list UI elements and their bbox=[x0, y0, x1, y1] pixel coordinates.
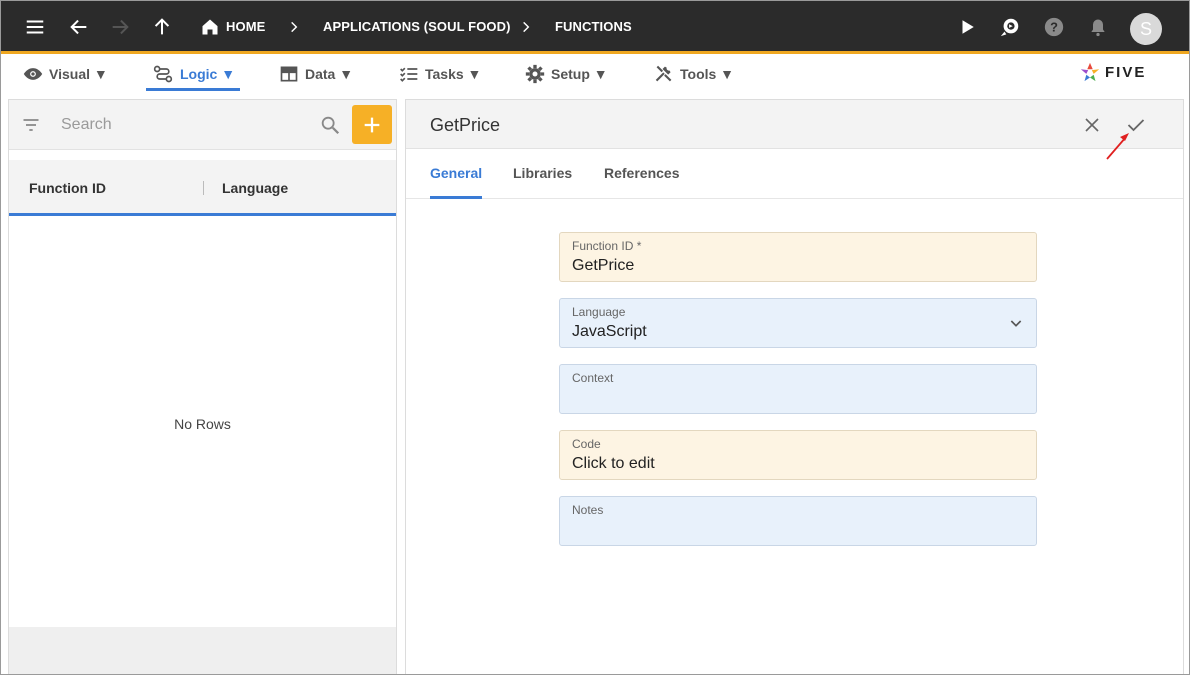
checklist-icon bbox=[400, 67, 418, 82]
language-select[interactable]: Language JavaScript bbox=[559, 298, 1037, 348]
svg-text:?: ? bbox=[1050, 20, 1058, 35]
function-list-panel: Function ID Language No Rows bbox=[8, 99, 397, 674]
up-arrow-icon[interactable] bbox=[149, 14, 175, 40]
menu-data[interactable]: Data ▼ bbox=[279, 57, 353, 91]
active-tab-indicator bbox=[430, 196, 482, 199]
menu-tasks[interactable]: Tasks ▼ bbox=[399, 57, 481, 91]
notifications-bell-icon[interactable] bbox=[1085, 14, 1111, 40]
list-table-header: Function ID Language bbox=[9, 160, 396, 216]
add-function-button[interactable] bbox=[352, 105, 392, 144]
tab-libraries[interactable]: Libraries bbox=[513, 165, 572, 181]
app-window: HOME APPLICATIONS (SOUL FOOD) FUNCTIONS … bbox=[0, 0, 1190, 675]
function-form-panel: GetPrice General Libraries References Fu… bbox=[405, 99, 1184, 674]
active-menu-indicator bbox=[146, 88, 240, 91]
breadcrumb-home[interactable]: HOME bbox=[226, 19, 265, 34]
main-menu-bar: Visual ▼ Logic ▼ Data ▼ Tasks ▼ Setup ▼ … bbox=[1, 57, 1189, 99]
function-id-label: Function ID * bbox=[572, 239, 642, 253]
chevron-right-icon bbox=[513, 14, 539, 40]
chevron-down-icon[interactable] bbox=[1008, 315, 1024, 331]
hamburger-menu-icon[interactable] bbox=[22, 14, 48, 40]
function-id-value: GetPrice bbox=[572, 257, 635, 274]
column-header-language[interactable]: Language bbox=[222, 180, 288, 196]
five-logo: FIVE bbox=[1079, 60, 1146, 84]
menu-tools[interactable]: Tools ▼ bbox=[654, 57, 734, 91]
menu-tasks-label: Tasks ▼ bbox=[425, 66, 482, 82]
list-footer bbox=[9, 627, 396, 674]
context-field[interactable]: Context bbox=[559, 364, 1037, 414]
table-grid-icon bbox=[280, 66, 298, 82]
menu-visual-label: Visual ▼ bbox=[49, 66, 108, 82]
search-input[interactable] bbox=[61, 114, 311, 136]
menu-visual[interactable]: Visual ▼ bbox=[23, 57, 108, 91]
notes-field[interactable]: Notes bbox=[559, 496, 1037, 546]
code-label: Code bbox=[572, 437, 601, 451]
five-logo-mark-icon bbox=[1080, 62, 1100, 82]
breadcrumb-functions[interactable]: FUNCTIONS bbox=[555, 19, 632, 34]
list-search-bar bbox=[9, 100, 396, 150]
five-logo-text: FIVE bbox=[1105, 63, 1147, 81]
tab-references[interactable]: References bbox=[604, 165, 680, 181]
function-id-field[interactable]: Function ID * GetPrice bbox=[559, 232, 1037, 282]
menu-setup[interactable]: Setup ▼ bbox=[525, 57, 608, 91]
search-chat-icon[interactable] bbox=[997, 14, 1023, 40]
eye-icon bbox=[23, 68, 43, 80]
gear-icon bbox=[525, 64, 545, 84]
search-icon[interactable] bbox=[319, 114, 341, 136]
menu-data-label: Data ▼ bbox=[305, 66, 354, 82]
plus-icon bbox=[364, 117, 380, 132]
annotation-arrow-icon bbox=[1106, 133, 1129, 160]
form-tabs: General Libraries References bbox=[406, 149, 1183, 199]
back-arrow-icon[interactable] bbox=[66, 14, 92, 40]
play-icon[interactable] bbox=[954, 14, 980, 40]
tab-general[interactable]: General bbox=[430, 165, 482, 181]
language-value: JavaScript bbox=[572, 323, 647, 340]
filter-icon[interactable] bbox=[21, 115, 41, 135]
code-value: Click to edit bbox=[572, 455, 655, 472]
column-divider[interactable] bbox=[203, 181, 204, 195]
forward-arrow-icon[interactable] bbox=[107, 14, 133, 40]
code-field[interactable]: Code Click to edit bbox=[559, 430, 1037, 480]
column-header-function-id[interactable]: Function ID bbox=[29, 180, 106, 196]
chevron-right-icon bbox=[281, 14, 307, 40]
context-label: Context bbox=[572, 371, 614, 385]
form-header: GetPrice bbox=[406, 100, 1183, 149]
help-icon[interactable]: ? bbox=[1041, 14, 1067, 40]
notes-label: Notes bbox=[572, 503, 604, 517]
empty-list-message: No Rows bbox=[174, 416, 231, 432]
menu-setup-label: Setup ▼ bbox=[551, 66, 608, 82]
tools-icon bbox=[655, 65, 672, 82]
home-icon[interactable] bbox=[197, 14, 223, 40]
breadcrumb-application[interactable]: APPLICATIONS (SOUL FOOD) bbox=[323, 19, 511, 34]
menu-tools-label: Tools ▼ bbox=[680, 66, 735, 82]
logic-flow-icon bbox=[153, 65, 173, 83]
top-bar: HOME APPLICATIONS (SOUL FOOD) FUNCTIONS … bbox=[1, 1, 1189, 54]
user-avatar[interactable]: S bbox=[1130, 13, 1162, 45]
form-title: GetPrice bbox=[430, 115, 501, 135]
menu-logic-label: Logic ▼ bbox=[180, 66, 236, 82]
close-icon bbox=[1085, 118, 1099, 132]
language-label: Language bbox=[572, 305, 626, 319]
menu-logic[interactable]: Logic ▼ bbox=[152, 57, 235, 91]
